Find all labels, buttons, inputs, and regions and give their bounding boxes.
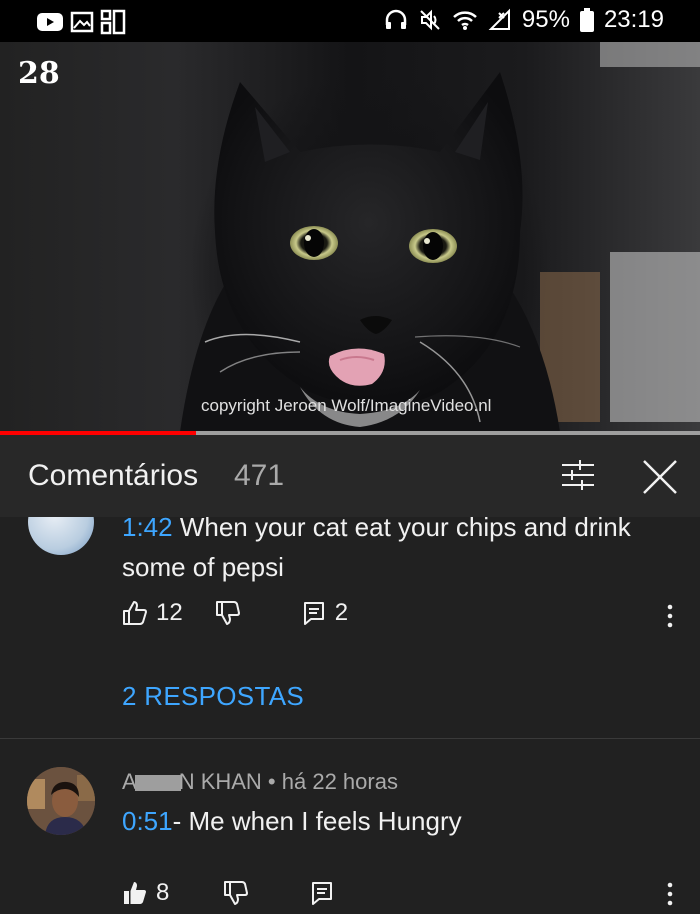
battery-percent: 95% bbox=[521, 6, 570, 33]
author-name-end[interactable]: N KHAN bbox=[179, 769, 262, 794]
layout-icon bbox=[100, 9, 126, 40]
avatar[interactable] bbox=[28, 517, 94, 555]
like-button[interactable]: 12 bbox=[122, 599, 183, 627]
user-photo bbox=[27, 767, 95, 835]
sort-sliders-icon bbox=[562, 460, 594, 490]
comment-body: When your cat eat your chips and drink s… bbox=[122, 517, 631, 582]
comment-body: - Me when I feels Hungry bbox=[172, 806, 462, 836]
gallery-icon bbox=[70, 11, 94, 38]
like-count: 12 bbox=[156, 599, 183, 626]
video-counter: 28 bbox=[18, 56, 60, 91]
thumbs-up-outline-icon bbox=[123, 601, 147, 625]
black-cat-image bbox=[180, 72, 560, 432]
comment-timestamp-link[interactable]: 0:51 bbox=[122, 806, 173, 836]
avatar[interactable] bbox=[27, 767, 95, 835]
sort-comments-button[interactable] bbox=[556, 455, 600, 495]
more-vertical-icon bbox=[667, 882, 673, 906]
reply-button[interactable] bbox=[311, 881, 333, 905]
comments-title: Comentários bbox=[28, 459, 199, 492]
comment-author-meta: AN KHAN • há 22 horas bbox=[122, 769, 398, 795]
comment-actions: 12 2 bbox=[122, 599, 348, 627]
comment-more-button[interactable] bbox=[660, 879, 680, 909]
view-replies-link[interactable]: 2 RESPOSTAS bbox=[122, 681, 304, 712]
comment-item: 1:42 When your cat eat your chips and dr… bbox=[0, 517, 700, 739]
wifi-icon bbox=[452, 9, 478, 31]
thumbs-down-outline-icon bbox=[215, 601, 240, 625]
video-copyright: copyright Jeroen Wolf/ImagineVideo.nl bbox=[201, 396, 492, 415]
comment-list[interactable]: 1:42 When your cat eat your chips and dr… bbox=[0, 517, 700, 914]
comment-time-ago: há 22 horas bbox=[281, 769, 398, 794]
dislike-button[interactable] bbox=[215, 600, 241, 626]
more-vertical-icon bbox=[667, 604, 673, 628]
reply-button[interactable]: 2 bbox=[303, 599, 348, 627]
redaction-bar bbox=[134, 775, 181, 792]
comment-actions: 8 bbox=[122, 879, 333, 907]
comment-text: 0:51- Me when I feels Hungry bbox=[122, 803, 462, 839]
battery-icon bbox=[579, 8, 594, 32]
clock: 23:19 bbox=[603, 6, 664, 33]
youtube-icon bbox=[36, 11, 64, 38]
comment-icon bbox=[312, 882, 333, 905]
status-bar: 95% 23:19 bbox=[0, 0, 700, 42]
reply-count: 2 bbox=[334, 599, 349, 626]
comment-more-button[interactable] bbox=[660, 601, 680, 631]
comments-header: Comentários 471 bbox=[0, 435, 700, 517]
like-count: 8 bbox=[156, 879, 170, 906]
close-comments-button[interactable] bbox=[638, 455, 682, 499]
close-icon bbox=[643, 460, 677, 494]
comment-timestamp-link[interactable]: 1:42 bbox=[122, 517, 173, 542]
dislike-button[interactable] bbox=[223, 880, 249, 906]
video-player[interactable]: 28 copyright Jeroen Wolf/ImagineVideo.nl bbox=[0, 42, 700, 432]
comment-icon bbox=[303, 602, 324, 625]
thumbs-down-outline-icon bbox=[224, 881, 249, 905]
signal-icon bbox=[488, 8, 512, 32]
status-bar-left-icons bbox=[36, 9, 126, 40]
thumbs-up-filled-icon bbox=[124, 882, 146, 904]
comment-text: 1:42 When your cat eat your chips and dr… bbox=[122, 517, 642, 587]
comment-item: AN KHAN • há 22 horas 0:51- Me when I fe… bbox=[0, 739, 700, 914]
comments-count: 471 bbox=[234, 459, 285, 492]
status-bar-right: 95% 23:19 bbox=[384, 6, 664, 34]
like-button[interactable]: 8 bbox=[122, 879, 169, 907]
mute-icon bbox=[418, 8, 442, 32]
headphones-icon bbox=[384, 9, 408, 31]
meta-separator: • bbox=[261, 769, 282, 794]
